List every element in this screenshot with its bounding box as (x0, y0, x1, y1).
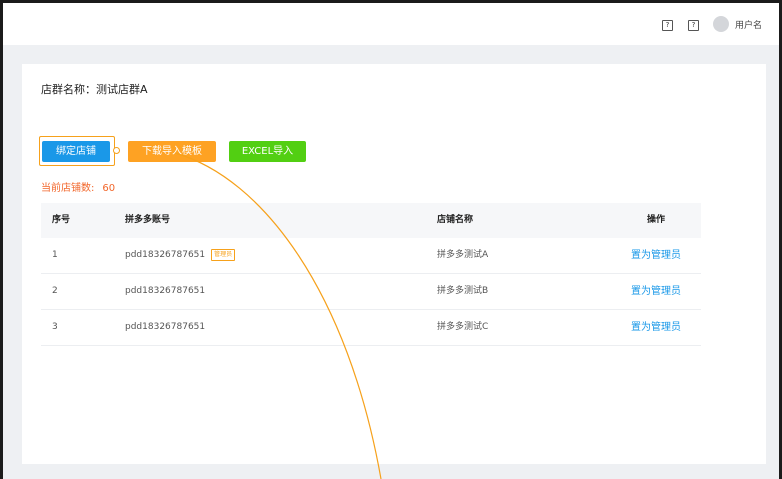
shop-count: 当前店铺数: 60 (41, 179, 115, 194)
row-shop: 拼多多测试B (437, 286, 489, 296)
main-card: 店群名称：测试店群A 绑定店铺 下载导入模板 EXCEL导入 当前店铺数: 60 … (22, 64, 766, 464)
download-template-button[interactable]: 下载导入模板 (128, 141, 216, 162)
shop-count-value: 60 (102, 183, 116, 194)
account-text: pdd18326787651 (125, 250, 206, 260)
admin-badge: 管理员 (211, 248, 236, 261)
app-frame: ? ? 用户名 店群名称：测试店群A 绑定店铺 下载导入模板 EXCEL导入 当… (3, 3, 779, 479)
row-action: 置为管理员 (621, 238, 691, 274)
table-row: 3 pdd18326787651 拼多多测试C 置为管理员 (41, 310, 701, 346)
bind-shop-button[interactable]: 绑定店铺 (42, 141, 110, 162)
row-index: 3 (52, 322, 58, 332)
help-icon[interactable]: ? (662, 20, 673, 31)
shop-table: 序号 拼多多账号 店铺名称 操作 1 pdd18326787651 管理员 拼多多… (41, 203, 701, 346)
top-header: ? ? 用户名 (3, 3, 779, 45)
column-header-action: 操作 (646, 215, 665, 225)
column-header-account: 拼多多账号 (125, 215, 171, 225)
set-admin-link[interactable]: 置为管理员 (631, 250, 681, 261)
row-action: 置为管理员 (621, 274, 691, 310)
annotation-anchor (113, 147, 120, 154)
column-header-index: 序号 (52, 215, 71, 225)
excel-import-button[interactable]: EXCEL导入 (229, 141, 306, 162)
avatar[interactable] (713, 16, 729, 32)
table-row: 1 pdd18326787651 管理员 拼多多测试A 置为管理员 (41, 238, 701, 274)
username[interactable]: 用户名 (735, 18, 762, 31)
row-index: 2 (52, 286, 58, 296)
row-account: pdd18326787651 (125, 286, 206, 296)
shop-count-label: 当前店铺数: (41, 183, 95, 194)
row-account: pdd18326787651 (125, 322, 206, 332)
page-title: 店群名称：测试店群A (41, 83, 148, 96)
row-account: pdd18326787651 管理员 (125, 238, 236, 273)
row-shop: 拼多多测试C (437, 322, 489, 332)
row-action: 置为管理员 (621, 310, 691, 346)
column-header-shop: 店铺名称 (437, 215, 474, 225)
table-header: 序号 拼多多账号 店铺名称 操作 (41, 203, 701, 238)
row-index: 1 (52, 250, 58, 260)
set-admin-link[interactable]: 置为管理员 (631, 286, 681, 297)
set-admin-link[interactable]: 置为管理员 (631, 322, 681, 333)
table-row: 2 pdd18326787651 拼多多测试B 置为管理员 (41, 274, 701, 310)
help-icon[interactable]: ? (688, 20, 699, 31)
row-shop: 拼多多测试A (437, 250, 489, 260)
